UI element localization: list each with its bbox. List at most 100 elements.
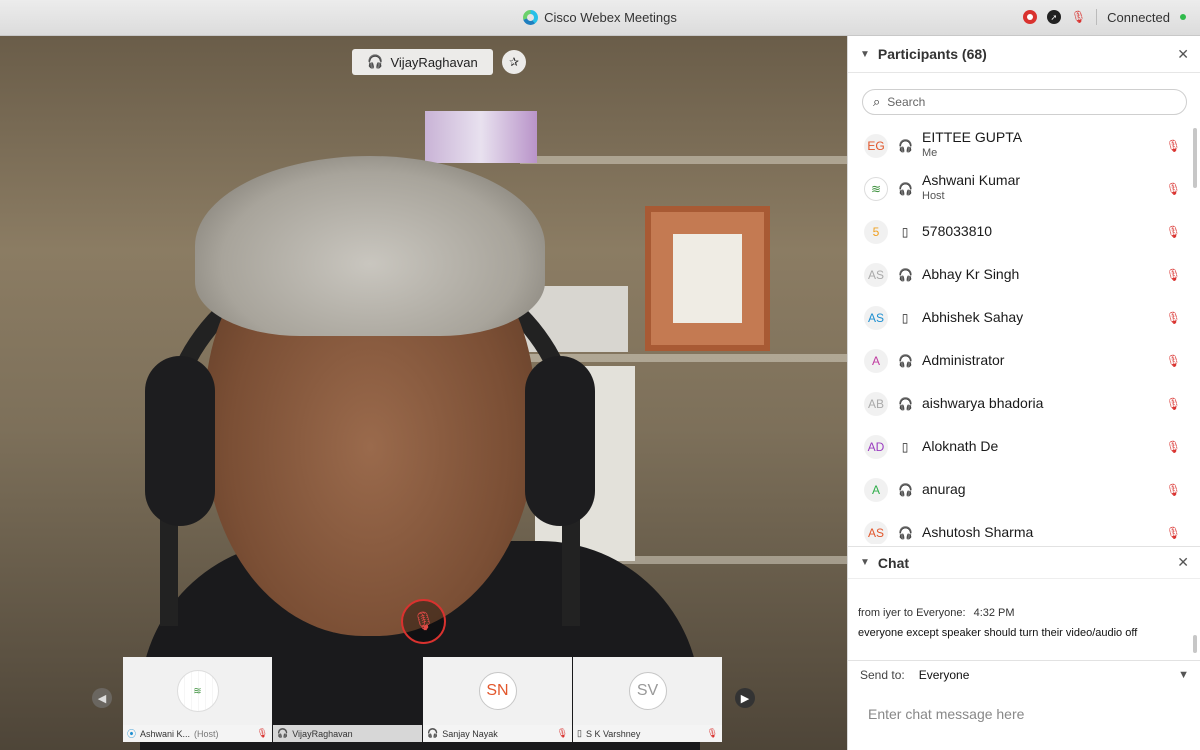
avatar: A [864, 348, 888, 373]
chevron-down-icon[interactable]: ▼ [860, 557, 870, 568]
muted-mic-icon[interactable]: 🎙 [1166, 397, 1181, 411]
participant-row[interactable]: AS ▯ Abhishek Sahay 🎙 [848, 296, 1193, 339]
webex-window: Cisco Webex Meetings ➚ 🎙 Connected 🎧 Vij… [0, 0, 1200, 750]
thumbnail-video: SV [573, 657, 722, 725]
active-speaker-video[interactable]: 🎧 VijayRaghavan ✰ 🎙 ◀ ≋ ⦿ Ashwani K... (… [0, 36, 847, 750]
muted-mic-icon: 🎙 [706, 728, 718, 738]
headset-icon: 🎧 [898, 396, 913, 411]
participant-row[interactable]: A 🎧 Administrator 🎙 [848, 339, 1193, 382]
participants-header[interactable]: ▼ Participants (68) ✕ [848, 36, 1200, 73]
mute-indicator[interactable]: 🎙 [401, 599, 446, 644]
participant-row[interactable]: ≋ 🎧 Ashwani Kumar Host 🎙 [848, 167, 1193, 210]
avatar: ≋ [864, 176, 888, 201]
thumbnail[interactable]: SN 🎧 Sanjay Nayak 🎙 [423, 657, 572, 742]
participants-scrollbar[interactable] [1193, 128, 1197, 188]
headset-icon: 🎧 [898, 138, 913, 153]
share-icon[interactable]: ➚ [1046, 10, 1061, 24]
chat-messages: from iyer to Everyone: 4:32 PM everyone e… [848, 579, 1200, 659]
participant-name-text: Administrator [922, 352, 1005, 368]
avatar: SN [478, 672, 517, 710]
avatar: ≋ [176, 670, 219, 712]
chevron-down-icon: ▼ [1178, 669, 1189, 681]
participant-row[interactable]: AD ▯ Aloknath De 🎙 [848, 425, 1193, 468]
muted-mic-icon[interactable]: 🎙 [1166, 139, 1181, 153]
pin-button[interactable]: ✰ [502, 50, 526, 74]
participant-row[interactable]: A 🎧 anurag 🎙 [848, 468, 1193, 511]
muted-mic-icon: 🎙 [412, 611, 435, 631]
headset-earcup [145, 356, 215, 526]
close-icon[interactable]: ✕ [1177, 554, 1189, 571]
participants-list: EG 🎧 EITTEE GUPTA Me 🎙 ≋ 🎧 Ashwani Kumar Host 🎙 5 ▯… [848, 124, 1193, 544]
thumbnails-prev-button[interactable]: ◀ [92, 688, 112, 708]
participant-name: Abhay Kr Singh [922, 267, 1019, 282]
muted-mic-icon[interactable]: 🎙 [1071, 10, 1086, 24]
muted-mic-icon[interactable]: 🎙 [1166, 311, 1181, 325]
webex-logo-icon [523, 10, 539, 25]
chat-input[interactable]: Enter chat message here [848, 689, 1200, 750]
thumbnail-strip: ◀ ≋ ⦿ Ashwani K... (Host) 🎙 🎧 VijayRagha… [0, 657, 847, 750]
host-icon: ⦿ [127, 729, 137, 739]
search-icon: ⌕ [873, 94, 881, 109]
participant-name-text: EITTEE GUPTA [922, 129, 1023, 145]
headset-icon: 🎧 [898, 525, 913, 540]
avatar: AD [864, 434, 888, 459]
headset-icon: 🎧 [277, 728, 289, 738]
chat-header[interactable]: ▼ Chat ✕ [848, 546, 1200, 579]
participant-row[interactable]: AS 🎧 Ashutosh Sharma 🎙 [848, 511, 1193, 544]
participant-name: Ashutosh Sharma [922, 525, 1033, 540]
avatar: SV [628, 672, 667, 710]
chevron-down-icon[interactable]: ▼ [860, 49, 870, 60]
thumbnail-video: SN [423, 657, 572, 725]
muted-mic-icon[interactable]: 🎙 [1166, 526, 1181, 540]
divider [1096, 9, 1098, 25]
participant-name: aishwarya bhadoria [922, 396, 1043, 411]
muted-mic-icon[interactable]: 🎙 [1166, 354, 1181, 368]
participant-name: anurag [922, 482, 966, 497]
participant-name-text: Abhay Kr Singh [922, 266, 1020, 282]
participant-name: EITTEE GUPTA Me [922, 130, 1022, 161]
avatar: AS [864, 520, 888, 544]
participant-name-text: anurag [922, 481, 966, 497]
participant-name: Aloknath De [922, 439, 998, 454]
muted-mic-icon[interactable]: 🎙 [1166, 225, 1181, 239]
chat-message-text: everyone except speaker should turn thei… [858, 627, 1138, 639]
muted-mic-icon[interactable]: 🎙 [1166, 268, 1181, 282]
thumbnail[interactable]: SV ▯ S K Varshney 🎙 [573, 657, 722, 742]
thumbnail[interactable]: ≋ ⦿ Ashwani K... (Host) 🎙 [123, 657, 272, 742]
participant-row[interactable]: 5 ▯ 578033810 🎙 [848, 210, 1193, 253]
participant-row[interactable]: AB 🎧 aishwarya bhadoria 🎙 [848, 382, 1193, 425]
thumbnail-caption: 🎧 VijayRaghavan [273, 725, 422, 742]
send-to-selector[interactable]: Send to: Everyone ▼ [848, 660, 1200, 689]
phone-icon: ▯ [901, 439, 909, 454]
title-bar: Cisco Webex Meetings ➚ 🎙 Connected [0, 0, 1200, 36]
headset-icon: 🎧 [898, 482, 913, 497]
muted-mic-icon[interactable]: 🎙 [1166, 440, 1181, 454]
participant-name-text: Abhishek Sahay [922, 309, 1024, 325]
thumbnail-caption: ▯ S K Varshney 🎙 [573, 725, 722, 742]
headset-icon: 🎧 [898, 353, 913, 368]
participant-row[interactable]: EG 🎧 EITTEE GUPTA Me 🎙 [848, 124, 1193, 167]
recording-icon[interactable] [1022, 10, 1037, 24]
participant-row[interactable]: AS 🎧 Abhay Kr Singh 🎙 [848, 253, 1193, 296]
close-icon[interactable]: ✕ [1177, 46, 1189, 63]
participant-name: 578033810 [922, 224, 992, 239]
participant-name: Administrator [922, 353, 1004, 368]
participant-name: Ashwani Kumar Host [922, 173, 1020, 204]
avatar: AS [864, 262, 888, 287]
thumbnails-next-button[interactable]: ▶ [735, 688, 755, 708]
participant-name-text: Ashutosh Sharma [922, 524, 1034, 540]
thumbnail[interactable]: 🎧 VijayRaghavan [273, 657, 422, 742]
phone-icon: ▯ [901, 310, 909, 325]
active-speaker-label: 🎧 VijayRaghavan [352, 49, 493, 75]
muted-mic-icon: 🎙 [556, 728, 568, 738]
side-panel: ▼ Participants (68) ✕ ⌕ Search EG 🎧 EITTEE… [847, 36, 1200, 750]
chat-scrollbar[interactable] [1193, 635, 1197, 653]
avatar: AS [864, 305, 888, 330]
window-title: Cisco Webex Meetings [0, 10, 1200, 25]
muted-mic-icon[interactable]: 🎙 [1166, 483, 1181, 497]
avatar: 5 [864, 219, 888, 244]
participants-search-input[interactable]: ⌕ Search [862, 89, 1187, 115]
participant-name-text: aishwarya bhadoria [922, 395, 1044, 411]
thumbnail-caption: ⦿ Ashwani K... (Host) 🎙 [123, 725, 272, 742]
muted-mic-icon[interactable]: 🎙 [1166, 182, 1181, 196]
